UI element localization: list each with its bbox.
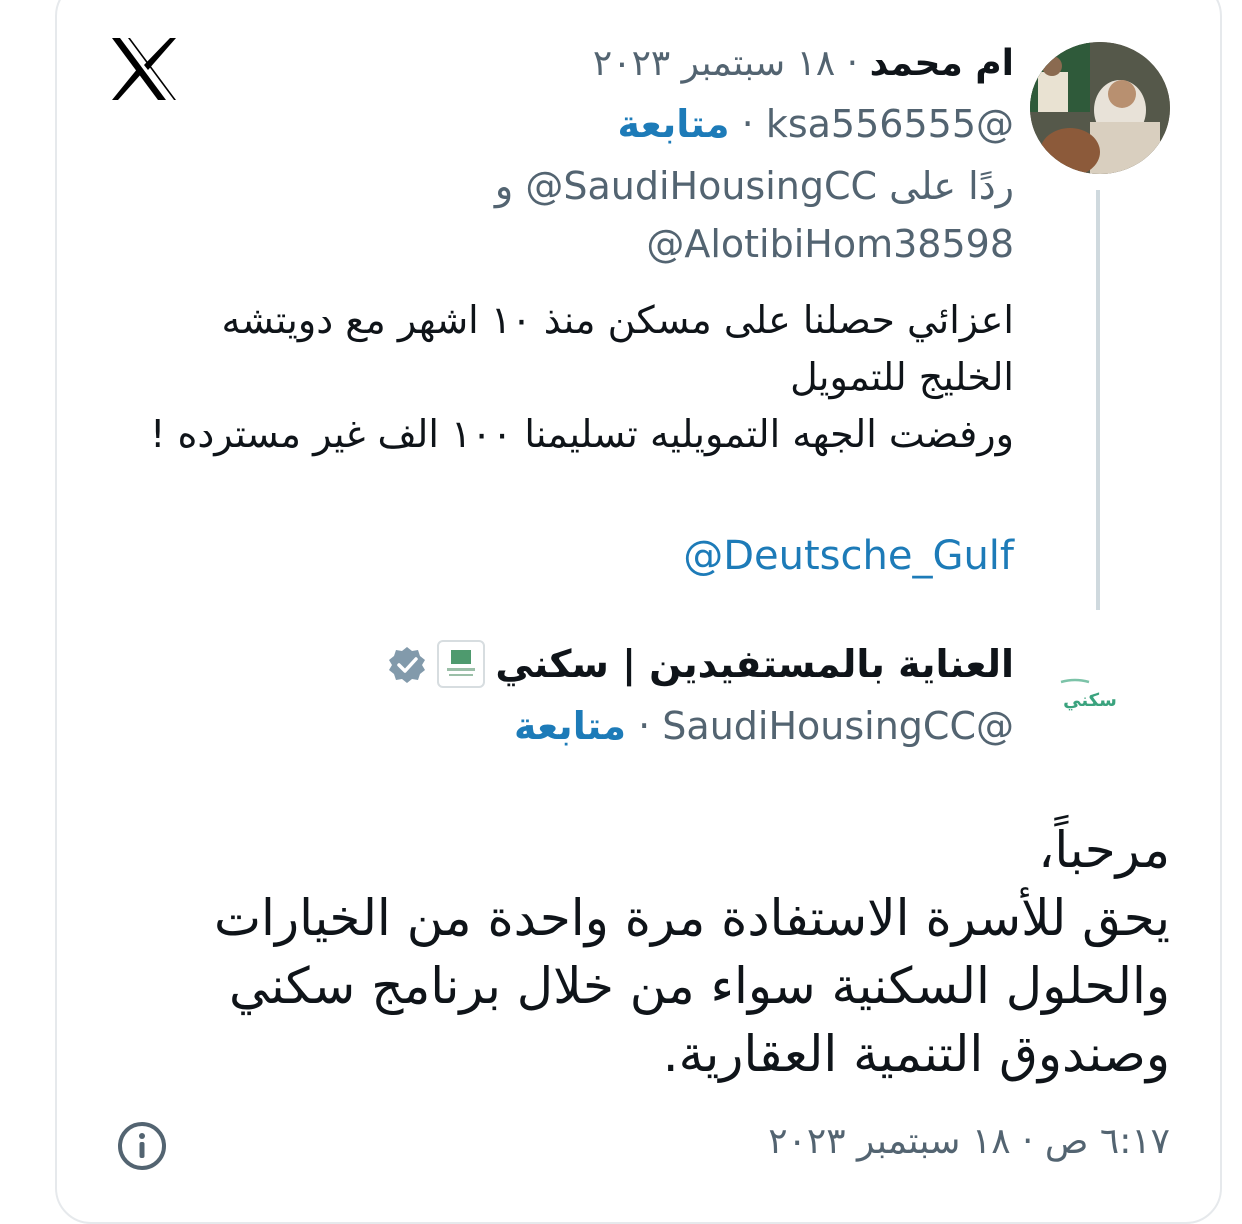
reply-prefix: ردًا على [889,164,1014,208]
verified-badge-icon [387,644,427,684]
user-handle[interactable]: @ksa556555 [766,102,1014,146]
display-name[interactable]: ام محمد [870,43,1014,84]
tweet1-body: اعزائي حصلنا على مسكن منذ ١٠ اشهر مع دوي… [114,292,1014,463]
separator-dot: · [729,102,754,146]
separator-dot: · [835,43,859,84]
tweet-text-line: ورفضت الجهه التمويليه تسليمنا ١٠٠ الف غي… [150,412,1014,456]
mention-link[interactable]: @Deutsche_Gulf [683,528,1014,584]
tweet2-body: مرحباً، يحق للأسرة الاستفادة مرة واحدة م… [210,816,1170,1088]
reply-mention-2[interactable]: @AlotibiHom38598 [646,222,1014,266]
x-logo-icon[interactable] [108,36,180,102]
sakani-logo[interactable]: سكني [1055,676,1125,716]
separator-dot: · [626,704,651,748]
follow-button[interactable]: متابعة [514,704,626,748]
user-handle[interactable]: @SaudiHousingCC [662,704,1014,748]
separator-dot: · [1010,1121,1034,1162]
tweet1-header: ام محمد · ١٨ سبتمبر ٢٠٢٣ [593,40,1014,88]
info-icon[interactable] [116,1120,168,1172]
tweet-text-line: والحلول السكنية سواء من خلال برنامج سكني [229,957,1170,1015]
reply-and: و [494,164,514,208]
tweet2-handle-row: @SaudiHousingCC · متابعة [514,700,1014,752]
replying-to: ردًا على @SaudiHousingCC و [495,160,1014,212]
tweet-timestamp[interactable]: ٦:١٧ ص · ١٨ سبتمبر ٢٠٢٣ [768,1118,1170,1166]
tweet-date: ١٨ سبتمبر ٢٠٢٣ [768,1121,1011,1162]
tweet2-header: العناية بالمستفيدين | سكني [387,636,1014,692]
thread-line [1096,190,1100,610]
tweet-text-line: مرحباً، [1038,821,1170,879]
avatar[interactable] [1030,42,1170,174]
display-name[interactable]: العناية بالمستفيدين | سكني [495,636,1014,692]
replying-to-2: @AlotibiHom38598 [646,218,1014,270]
sakani-logo-text: سكني [1063,690,1117,711]
tweet-date: ١٨ سبتمبر ٢٠٢٣ [592,43,836,84]
tweet-text-line: وصندوق التنمية العقارية. [662,1025,1170,1083]
tweet1-handle-row: @ksa556555 · متابعة [618,98,1015,150]
tweet-text-line: يحق للأسرة الاستفادة مرة واحدة من الخيار… [213,889,1170,947]
org-affiliation-icon[interactable] [437,640,486,688]
tweet-text-line: اعزائي حصلنا على مسكن منذ ١٠ اشهر مع دوي… [221,298,1014,342]
tweet-text-line: الخليج للتمويل [790,355,1014,399]
follow-button[interactable]: متابعة [618,102,730,146]
reply-mention-1[interactable]: @SaudiHousingCC [525,164,877,208]
tweet-time: ٦:١٧ ص [1044,1121,1170,1162]
